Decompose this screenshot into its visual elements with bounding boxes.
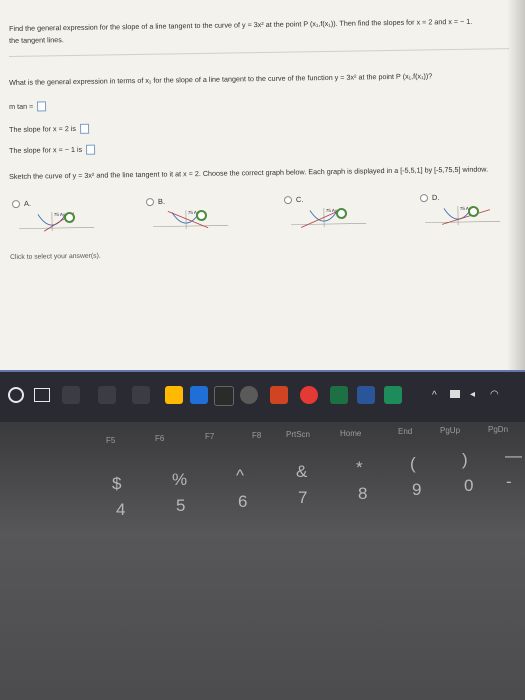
key-ampersand: & <box>296 462 308 481</box>
key-8: 8 <box>358 484 368 503</box>
key-prtscn: PrtScn <box>286 430 311 439</box>
graph-c-thumbnail[interactable]: 75 Ay <box>286 205 376 228</box>
key-9: 9 <box>412 480 422 499</box>
slope-x2-label: The slope for x = 2 is <box>9 123 77 134</box>
tray-chevron-up-icon[interactable]: ^ <box>432 390 437 401</box>
key-f8: F8 <box>252 431 262 440</box>
key-f6: F6 <box>155 434 165 443</box>
sketch-instruction: Sketch the curve of y = 3x² and the line… <box>9 164 489 181</box>
key-caret: ^ <box>236 466 244 485</box>
option-d-label: D. <box>431 192 440 202</box>
option-c-label: C. <box>295 194 304 204</box>
key-dash-top: — <box>505 446 522 465</box>
graph-b-thumbnail[interactable]: 75 Ay <box>148 207 238 230</box>
file-explorer-icon[interactable] <box>165 386 183 404</box>
key-paren-close: ) <box>462 450 468 469</box>
mtan-answer-box[interactable] <box>37 101 47 112</box>
task-view-icon[interactable] <box>34 388 50 402</box>
option-c-radio[interactable] <box>283 195 293 204</box>
option-a-radio[interactable] <box>11 199 21 208</box>
mtan-label: m tan = <box>9 101 34 111</box>
key-home: Home <box>340 429 362 438</box>
option-b-radio[interactable] <box>145 197 155 206</box>
slope-xm1-row: The slope for x = − 1 is <box>9 144 96 156</box>
click-hint: Click to select your answer(s). <box>10 252 101 261</box>
taskbar: ^ ◂ ◠ <box>0 370 525 422</box>
browser-screen: Find the general expression for the slop… <box>0 0 525 370</box>
slope-x2-row: The slope for x = 2 is <box>9 123 90 135</box>
taskbar-app-icon[interactable] <box>62 386 80 404</box>
word-icon[interactable] <box>357 386 375 404</box>
question-text-line2: the tangent lines. <box>9 35 64 45</box>
key-minus: - <box>506 472 512 491</box>
graph-a-thumbnail[interactable]: 75 Ay <box>14 209 104 232</box>
graph-d-thumbnail[interactable]: 75 Ay <box>420 203 510 226</box>
divider <box>9 48 509 57</box>
key-7: 7 <box>298 488 308 507</box>
key-paren-open: ( <box>410 454 416 473</box>
key-percent: % <box>172 470 188 489</box>
option-d[interactable]: D. <box>419 192 440 202</box>
option-b[interactable]: B. <box>145 196 166 206</box>
option-a-label: A. <box>23 198 32 208</box>
option-d-radio[interactable] <box>419 193 429 202</box>
music-icon[interactable] <box>240 386 258 404</box>
excel-icon[interactable] <box>330 386 348 404</box>
key-4: 4 <box>116 500 126 519</box>
key-end: End <box>398 427 413 436</box>
option-b-label: B. <box>157 196 166 206</box>
key-f7: F7 <box>205 432 215 441</box>
slope-xm1-answer-box[interactable] <box>86 144 96 155</box>
taskbar-app-icon[interactable] <box>132 386 150 404</box>
question-text-line1: Find the general expression for the slop… <box>9 16 473 33</box>
store-icon[interactable] <box>214 386 234 406</box>
key-dollar: $ <box>112 474 122 493</box>
volume-icon[interactable]: ◂ <box>470 389 475 400</box>
slope-x2-answer-box[interactable] <box>79 123 90 134</box>
key-f5: F5 <box>106 436 116 445</box>
question-part1: What is the general expression in terms … <box>9 71 433 87</box>
key-5: 5 <box>176 496 186 515</box>
option-a[interactable]: A. <box>11 198 32 208</box>
mail-icon[interactable] <box>190 386 208 404</box>
key-6: 6 <box>238 492 248 511</box>
option-c[interactable]: C. <box>283 194 304 204</box>
key-pgdn: PgDn <box>488 425 509 434</box>
taskbar-app-icon[interactable] <box>98 386 116 404</box>
battery-icon[interactable] <box>450 390 460 398</box>
mtan-row: m tan = <box>9 101 47 112</box>
chrome-icon[interactable] <box>300 386 318 404</box>
powerpoint-icon[interactable] <box>270 386 288 404</box>
key-pgup: PgUp <box>440 426 461 435</box>
wifi-icon[interactable]: ◠ <box>490 389 499 400</box>
taskbar-app-icon[interactable] <box>384 386 402 404</box>
key-asterisk: * <box>356 458 363 477</box>
laptop-keyboard: F5 F6 F7 F8 PrtScn Home End PgUp PgDn $ … <box>0 422 525 700</box>
key-0: 0 <box>464 476 474 495</box>
cortana-icon[interactable] <box>8 387 24 403</box>
slope-xm1-label: The slope for x = − 1 is <box>9 144 83 155</box>
